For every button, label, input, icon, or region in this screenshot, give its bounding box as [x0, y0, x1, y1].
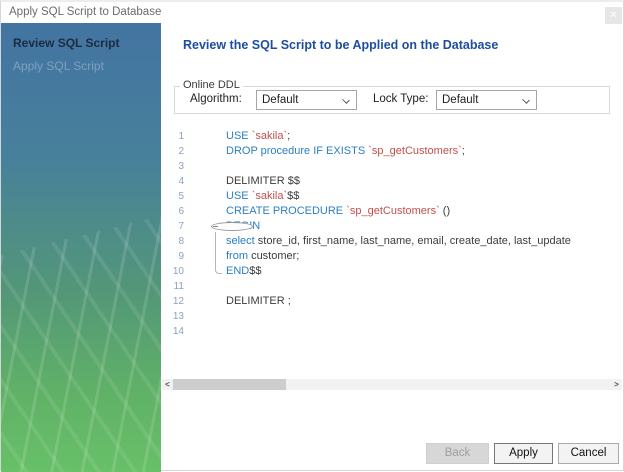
code-line: 9 from customer; [162, 249, 622, 264]
sidebar-item-apply-sql-script: Apply SQL Script [13, 59, 104, 73]
scroll-right-icon[interactable]: > [611, 379, 622, 390]
code-line: 3 [162, 159, 622, 174]
fold-margin [184, 189, 226, 204]
line-number: 12 [172, 296, 184, 307]
code-line: 11 [162, 279, 622, 294]
lock-type-select[interactable]: Default [436, 90, 537, 110]
line-number: 9 [178, 251, 184, 262]
fold-margin [184, 309, 226, 324]
back-button[interactable]: Back [426, 443, 489, 464]
wizard-sidebar: Review SQL Script Apply SQL Script [1, 23, 161, 472]
horizontal-scrollbar[interactable]: < > [162, 379, 622, 390]
line-number: 8 [178, 236, 184, 247]
line-number: 14 [172, 326, 184, 337]
fold-mid-icon [184, 249, 226, 264]
fold-margin [184, 174, 226, 189]
line-number: 6 [178, 206, 184, 217]
sidebar-item-review-sql-script: Review SQL Script [13, 36, 120, 50]
code-text: CREATE PROCEDURE `sp_getCustomers` () [226, 205, 451, 217]
line-number: 5 [178, 191, 184, 202]
lock-type-selected-value: Default [442, 94, 479, 106]
fold-end-icon [184, 264, 226, 279]
algorithm-label: Algorithm: [190, 93, 242, 105]
code-line: 14 [162, 324, 622, 339]
line-number: 4 [178, 176, 184, 187]
fold-margin [184, 279, 226, 294]
code-line: 1 USE `sakila`; [162, 129, 622, 144]
code-text: from customer; [226, 250, 300, 262]
sql-code-editor[interactable]: 1 USE `sakila`; 2 DROP procedure IF EXISTS … [162, 129, 622, 369]
chevron-down-icon [522, 96, 530, 104]
code-text: USE `sakila`; [226, 130, 291, 142]
code-text: DELIMITER $$ [226, 175, 300, 187]
code-text: DROP procedure IF EXISTS `sp_getCustomer… [226, 145, 465, 157]
code-line: 13 [162, 309, 622, 324]
cancel-button[interactable]: Cancel [558, 443, 619, 464]
code-text: DELIMITER ; [226, 295, 291, 307]
code-line: 8 select store_id, first_name, last_name,… [162, 234, 622, 249]
code-text: USE `sakila`$$ [226, 190, 300, 202]
fold-start-icon[interactable] [211, 222, 253, 238]
code-line: 12 DELIMITER ; [162, 294, 622, 309]
window-title: Apply SQL Script to Database [9, 6, 162, 18]
fold-mid-icon [184, 234, 226, 249]
fold-margin [184, 129, 226, 144]
line-number: 11 [173, 281, 184, 292]
code-line: 10 END$$ [162, 264, 622, 279]
scrollbar-thumb[interactable] [173, 379, 286, 390]
fold-margin [184, 144, 226, 159]
line-number: 2 [178, 146, 184, 157]
apply-button[interactable]: Apply [494, 443, 553, 464]
fold-margin [184, 324, 226, 339]
line-number: 10 [172, 266, 184, 277]
code-text: BEGIN [226, 219, 622, 234]
online-ddl-legend: Online DDL [180, 79, 243, 91]
line-number: 13 [172, 311, 184, 322]
scroll-left-icon[interactable]: < [162, 379, 173, 390]
code-text: select store_id, first_name, last_name, … [226, 235, 571, 247]
apply-sql-script-dialog: Apply SQL Script to Database × Review SQ… [0, 0, 624, 472]
wizard-steps: Review SQL Script Apply SQL Script [1, 23, 161, 78]
code-line: 5 USE `sakila`$$ [162, 189, 622, 204]
fold-margin [184, 294, 226, 309]
code-text: END$$ [226, 265, 262, 277]
fold-margin [184, 204, 226, 219]
page-title: Review the SQL Script to be Applied on t… [183, 38, 499, 52]
algorithm-selected-value: Default [262, 94, 299, 106]
fold-margin [184, 159, 226, 174]
algorithm-select[interactable]: Default [256, 90, 357, 110]
code-line: 2 DROP procedure IF EXISTS `sp_getCustome… [162, 144, 622, 159]
line-number: 3 [178, 161, 184, 172]
code-line: 4 DELIMITER $$ [162, 174, 622, 189]
close-icon[interactable]: × [605, 7, 622, 24]
code-line: 6 CREATE PROCEDURE `sp_getCustomers` () [162, 204, 622, 219]
line-number: 1 [178, 131, 184, 142]
line-number: 7 [178, 221, 184, 232]
lock-type-label: Lock Type: [373, 93, 429, 105]
code-line: 7 BEGIN [162, 219, 622, 238]
chevron-down-icon [342, 96, 350, 104]
